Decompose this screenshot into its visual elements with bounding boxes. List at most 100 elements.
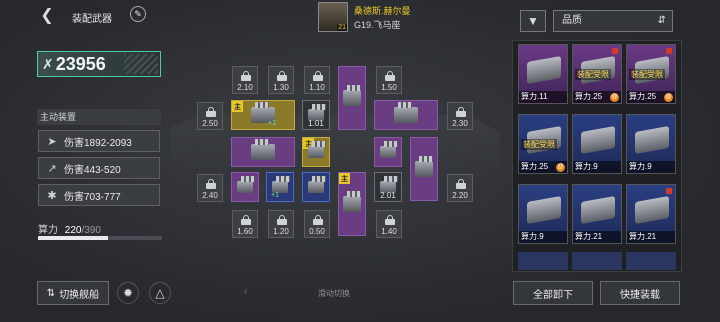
locked-slot[interactable]: 2.30 <box>447 102 473 130</box>
locked-slot[interactable]: 1.60 <box>232 210 258 238</box>
locked-slot[interactable]: 2.40 <box>197 174 223 202</box>
edit-button[interactable]: ✎ <box>130 6 146 22</box>
quality-select-value: 品质 <box>562 15 582 26</box>
capacity-label: 算力 220/390 <box>38 225 101 236</box>
restricted-warning: 装配受限 <box>575 69 611 80</box>
weapon-slot[interactable] <box>338 66 366 130</box>
captain-avatar[interactable]: 21 <box>318 2 348 32</box>
active-section-header: 主动装置 <box>37 109 161 125</box>
inventory-card[interactable]: 算力.9 <box>518 184 568 244</box>
switch-ship-button[interactable]: ⇅ 切换舰船 <box>37 281 109 305</box>
capacity-total: /390 <box>81 225 101 236</box>
swipe-hint: 滑动切换 <box>318 289 350 298</box>
filter-button[interactable]: ▼ <box>520 10 546 32</box>
weapon-icon <box>635 126 669 154</box>
restricted-warning: 装配受限 <box>521 139 557 150</box>
lock-icon <box>241 215 251 225</box>
pen-icon: ✎ <box>134 8 142 19</box>
capacity-bar <box>38 236 162 240</box>
stat-text-1: 伤害1892-2093 <box>64 137 132 149</box>
gear-burst-icon: ✹ <box>122 286 134 300</box>
locked-slot[interactable]: 1.10 <box>304 66 330 94</box>
inventory-card[interactable]: 装配受限 算力.25 @ <box>626 44 676 104</box>
back-chevron-icon: ❮ <box>40 7 54 24</box>
card-power: 算力.11 <box>519 91 567 103</box>
weapon-icon <box>527 56 561 84</box>
locked-slot[interactable]: 1.30 <box>268 66 294 94</box>
lock-icon <box>313 71 323 81</box>
active-section-label: 主动装置 <box>40 112 77 122</box>
inventory-card[interactable]: 算力.9 <box>572 114 622 174</box>
fleet-button[interactable]: ✹ <box>117 282 139 304</box>
weapon-icon <box>308 176 326 193</box>
locked-slot[interactable]: 0.50 <box>304 210 330 238</box>
filter-icon: ▼ <box>527 14 539 28</box>
combat-power-value: 23956 <box>55 53 106 74</box>
unload-all-button[interactable]: 全部卸下 <box>513 281 593 305</box>
weapon-slot[interactable] <box>374 100 438 130</box>
card-power: 算力.21 <box>573 231 621 243</box>
captain-level: 21 <box>337 24 347 31</box>
locked-slot[interactable]: 2.20 <box>447 174 473 202</box>
quick-equip-button[interactable]: 快捷装载 <box>600 281 680 305</box>
lock-icon <box>277 215 287 225</box>
syringe-icon: ↗ <box>47 162 57 175</box>
lock-icon <box>385 71 395 81</box>
weapon-icon <box>380 141 398 158</box>
weapon-slot-main[interactable]: 主 +1 <box>231 100 295 130</box>
locked-slot[interactable]: 1.20 <box>268 210 294 238</box>
crossed-swords-icon: ✗ <box>42 55 54 72</box>
stat-row-1[interactable]: ➤ 伤害1892-2093 <box>38 130 160 152</box>
lock-icon <box>206 107 216 117</box>
weapon-slot[interactable]: +1 <box>266 172 294 202</box>
weapon-slot[interactable] <box>231 137 295 167</box>
stat-row-2[interactable]: ↗ 伤害443-520 <box>38 157 160 179</box>
new-mark <box>612 48 618 54</box>
upgrade-level: +1 <box>268 120 276 127</box>
formation-button[interactable]: △ <box>149 282 171 304</box>
weapon-slot[interactable] <box>410 137 438 201</box>
weapon-icon <box>635 196 669 224</box>
stat-row-3[interactable]: ✱ 伤害703-777 <box>38 184 160 206</box>
quick-equip-label: 快捷装载 <box>620 289 660 301</box>
main-badge: 主 <box>232 101 243 112</box>
weapon-slot[interactable]: 1.01 <box>302 100 330 130</box>
switch-ship-label: 切换舰船 <box>59 289 100 301</box>
weapon-slot[interactable] <box>231 172 259 202</box>
weapon-icon <box>251 139 275 160</box>
capacity-used: 220 <box>64 225 82 236</box>
inventory-card[interactable]: 算力.11 <box>518 44 568 104</box>
swipe-left-icon: ‹ <box>244 286 248 297</box>
triangle-icon: △ <box>155 286 165 300</box>
locked-slot[interactable]: 2.50 <box>197 102 223 130</box>
origin-icon: @ <box>556 163 565 172</box>
missile-icon: ➤ <box>47 135 57 148</box>
lock-icon <box>241 71 251 81</box>
quality-select[interactable]: 品质 ⇵ <box>553 10 673 32</box>
weapon-slot-main[interactable]: 主 <box>302 137 330 167</box>
inventory-card[interactable]: 算力.21 <box>572 184 622 244</box>
capacity-bar-fill <box>38 236 108 240</box>
weapon-icon <box>581 196 615 224</box>
inventory-card[interactable]: 算力.9 <box>626 114 676 174</box>
back-button[interactable]: ❮ <box>34 4 60 26</box>
weapon-icon <box>394 102 418 123</box>
weapon-slot[interactable] <box>302 172 330 202</box>
lock-icon <box>456 179 466 189</box>
weapon-slot-main[interactable]: 主 <box>338 172 366 236</box>
locked-slot[interactable]: 1.50 <box>376 66 402 94</box>
card-power: 算力.9 <box>627 161 675 173</box>
claw-icon: ✱ <box>47 189 57 202</box>
new-mark <box>666 48 672 54</box>
inventory-card[interactable]: 装配受限 算力.25 @ <box>572 44 622 104</box>
inventory-card[interactable]: 装配受限 算力.25 @ <box>518 114 568 174</box>
swap-icon: ⇅ <box>46 287 56 299</box>
locked-slot[interactable]: 2.10 <box>232 66 258 94</box>
lock-icon <box>385 215 395 225</box>
upgrade-level: +1 <box>271 192 279 199</box>
lock-icon <box>456 107 466 117</box>
locked-slot[interactable]: 1.40 <box>376 210 402 238</box>
inventory-card[interactable]: 算力.21 <box>626 184 676 244</box>
weapon-slot[interactable]: 2.01 <box>374 172 402 202</box>
weapon-slot[interactable] <box>374 137 402 167</box>
